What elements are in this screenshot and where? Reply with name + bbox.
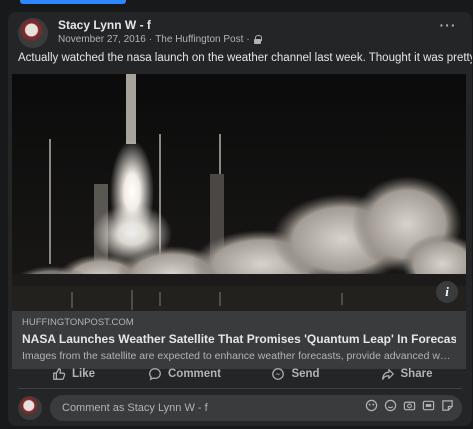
share-button[interactable]: Share (351, 359, 462, 388)
sticker-icon[interactable] (441, 399, 454, 412)
link-title[interactable]: NASA Launches Weather Satellite That Pro… (22, 332, 456, 346)
comment-label: Comment (167, 367, 222, 380)
thumbs-up-icon (53, 367, 66, 380)
avatar-sticker-icon[interactable] (365, 399, 378, 412)
comment-icon (149, 367, 161, 380)
share-icon (381, 368, 394, 380)
send-button[interactable]: Send (240, 359, 351, 388)
comment-tools (365, 399, 454, 412)
post-source[interactable]: The Huffington Post (155, 34, 243, 45)
post-meta: November 27, 2016 · The Huffington Post … (58, 34, 262, 45)
post-card: Stacy Lynn W - f November 27, 2016 · The… (8, 12, 472, 426)
post-message: Actually watched the nasa launch on the … (18, 52, 472, 64)
active-tab-indicator (20, 0, 126, 4)
messenger-icon (272, 367, 285, 380)
rocket-launch-photo (12, 74, 466, 311)
post-header: Stacy Lynn W - f November 27, 2016 · The… (8, 12, 472, 52)
comment-composer: Comment as Stacy Lynn W - f (18, 393, 462, 423)
more-options-icon[interactable]: ··· (436, 18, 460, 36)
like-button[interactable]: Like (18, 359, 129, 388)
meta-separator: · (148, 34, 153, 45)
post-actions: Like Comment Send Share (18, 359, 462, 389)
link-domain: HUFFINGTONPOST.COM (22, 317, 134, 328)
top-bar (0, 0, 473, 12)
commenter-avatar (18, 396, 42, 420)
author-name[interactable]: Stacy Lynn W - f (58, 18, 151, 32)
emoji-icon[interactable] (384, 399, 397, 412)
info-icon[interactable]: i (436, 281, 458, 303)
send-label: Send (291, 367, 320, 380)
share-label: Share (400, 367, 433, 380)
post-date[interactable]: November 27, 2016 (58, 34, 146, 45)
gif-icon[interactable] (422, 399, 435, 412)
meta-separator-2: · (246, 34, 250, 45)
link-preview-image[interactable]: i (12, 74, 466, 311)
lock-icon (253, 35, 262, 44)
like-label: Like (71, 367, 95, 380)
author-avatar[interactable] (18, 18, 48, 48)
comment-button[interactable]: Comment (129, 359, 240, 388)
camera-icon[interactable] (403, 399, 416, 412)
